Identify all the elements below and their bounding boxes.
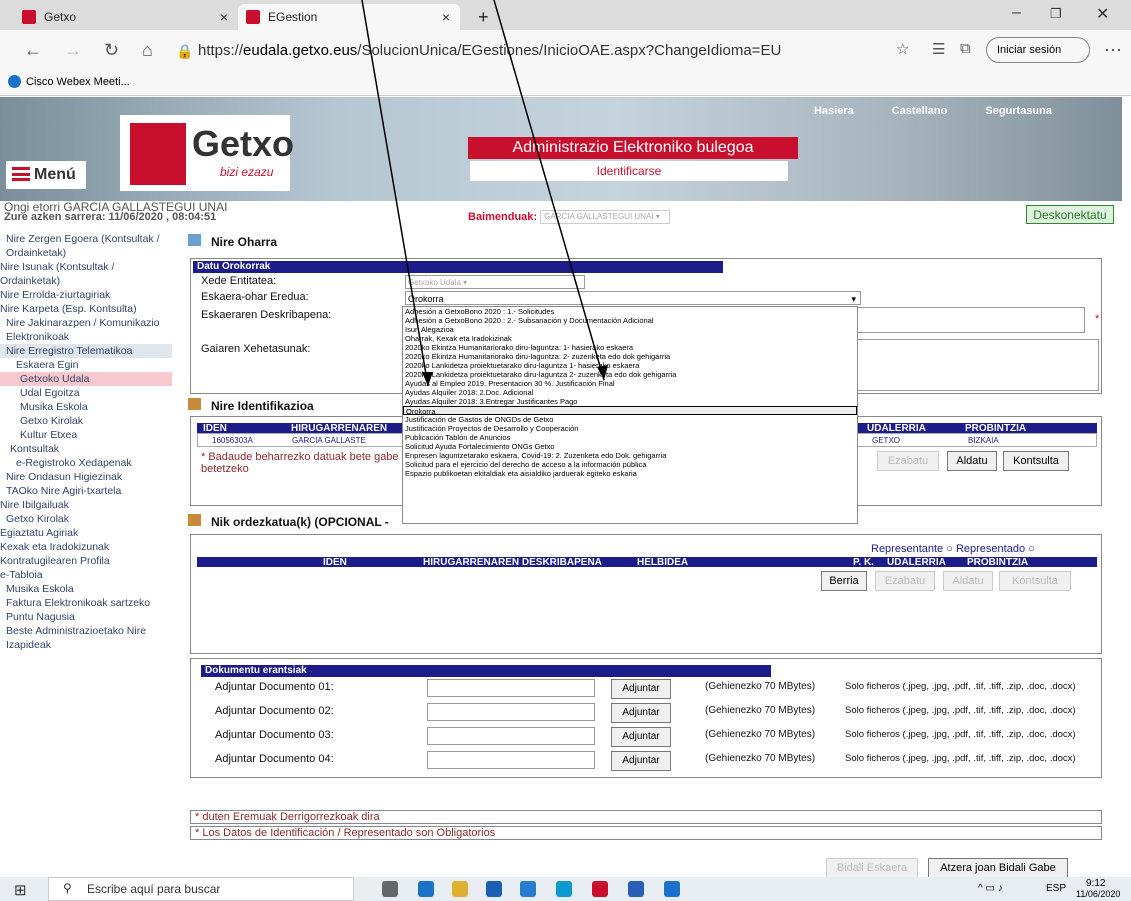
arrowhead-icon — [597, 365, 608, 380]
arrowhead-icon — [422, 372, 433, 386]
annotation-arrow — [361, 0, 429, 387]
annotation-arrows — [361, 0, 608, 387]
annotation-arrow — [493, 0, 605, 381]
